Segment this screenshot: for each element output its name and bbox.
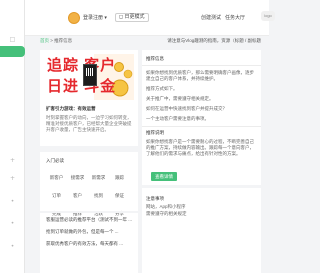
brand-logo[interactable]: logo: [261, 11, 275, 21]
tag-item[interactable]: 找到: [88, 191, 109, 200]
tag-item[interactable]: 新客户: [46, 173, 67, 182]
task-hall-link[interactable]: 任务大厅: [225, 14, 245, 21]
divider: [40, 211, 138, 213]
tag-item[interactable]: 客户: [67, 191, 88, 200]
notes-card: 注意事项 网站，App和小程序 需要遵守的相关规定: [142, 188, 261, 273]
tag-item[interactable]: 订单: [46, 191, 67, 200]
info-text: 推荐方式如下。: [146, 86, 178, 91]
square-icon[interactable]: □: [9, 36, 16, 43]
info-card: 推荐信息 如果你想找到优质客户，那么需要明确客户画像，逐步建立自己的客户体系，并…: [142, 50, 261, 185]
article-list: 客服运营必读的推荐平台（测试不到一年 ... 抢到订单就做的外包，但是每一个 .…: [46, 217, 136, 253]
banner-text-line-2: 日进 斗金: [47, 78, 117, 95]
top-header: 登录注册 ▾ ◻ 日更模式 创建测试 任务大厅 logo: [25, 0, 275, 36]
view-details-button[interactable]: 查看详情: [151, 172, 177, 181]
phone-qr-icon: [83, 64, 97, 86]
divider: [40, 146, 138, 152]
list-item[interactable]: 客服运营必读的推荐平台（测试不到一年 ...: [46, 217, 136, 223]
promo-banner[interactable]: 追踪 客户 日进 斗金: [44, 54, 134, 100]
info-text: 一个主动客户需要注意的事项。: [146, 116, 209, 121]
tag-item[interactable]: 新需求: [88, 173, 109, 182]
mode-button[interactable]: ◻ 日更模式: [115, 13, 149, 22]
circle-icon[interactable]: •: [9, 243, 16, 250]
create-test-link[interactable]: 创建测试: [201, 14, 221, 21]
left-sidebar: □ + + • • •: [0, 0, 25, 273]
banner-text-line-1: 追踪 客户: [47, 57, 117, 74]
divider: [142, 65, 261, 66]
avatar[interactable]: [68, 12, 80, 24]
left-card: 追踪 客户 日进 斗金 扩客引力游戏：有效运营 时刻掌握客户的动向，一边学习如何…: [40, 50, 138, 273]
breadcrumb-home[interactable]: 首页: [40, 38, 49, 43]
card-description: 时刻掌握客户的动向，一边学习如何转变，精准对接优质客户，已经帮大量企业突破提升客…: [46, 115, 132, 132]
list-item[interactable]: 抢到订单就做的外包，但是每一个 ...: [46, 229, 136, 235]
notes-card-title: 注意事项: [146, 196, 164, 201]
info-card-title: 推荐信息: [146, 56, 164, 61]
notes-text: 网站，App和小程序: [146, 204, 186, 209]
section-text: 如果你想找客户是一个需要耐心的过程，不断完善自己的推广方案，持续做内容输出。跟踪…: [146, 139, 254, 156]
list-item[interactable]: 获取优秀客户的有效方法，每天都有 ...: [46, 241, 136, 247]
tag-item[interactable]: 保证: [109, 191, 130, 200]
info-text[interactable]: 如何在运营中快速找到客户并提升成交？: [146, 106, 256, 112]
card-title[interactable]: 扩客引力游戏：有效运营: [46, 106, 96, 112]
info-text: 关于推广中，需要遵守相关规定。: [146, 96, 214, 101]
user-menu[interactable]: 登录注册 ▾: [83, 14, 107, 21]
breadcrumb-current: 推荐信息: [54, 38, 73, 43]
notes-text: 需要遵守的相关规定: [146, 211, 187, 216]
circle-icon[interactable]: •: [9, 220, 16, 227]
info-text: 如果你想找到优质客户，那么需要明确客户画像，逐步建立自己的客户体系，并持续维护。: [146, 70, 254, 81]
circle-icon[interactable]: •: [9, 198, 16, 205]
plus-icon[interactable]: +: [9, 157, 16, 164]
plus-icon[interactable]: +: [9, 175, 16, 182]
section-title: 推荐说明: [146, 130, 164, 135]
coin-icon: [114, 62, 124, 72]
tag-item[interactable]: 跟踪: [109, 173, 130, 182]
tag-item[interactable]: 接需求: [67, 173, 88, 182]
breadcrumb: 首页 > 推荐信息 请注意与Vlog趣测的指南，资源（标题 / 副标题: [40, 36, 261, 46]
sidebar-active-indicator[interactable]: [0, 46, 25, 57]
divider: [142, 126, 261, 127]
notice-text: 请注意与Vlog趣测的指南，资源（标题 / 副标题: [167, 38, 261, 43]
section-subtitle: 入门必读: [46, 158, 64, 163]
